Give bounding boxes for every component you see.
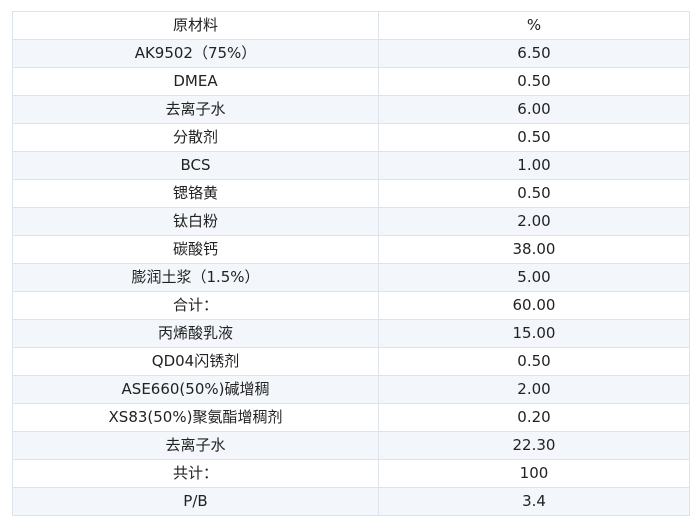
table-row: 去离子水 6.00 xyxy=(12,95,690,124)
percent-cell: 6.00 xyxy=(378,95,690,124)
percent-cell: 5.00 xyxy=(378,263,690,292)
table-row: QD04闪锈剂 0.50 xyxy=(12,347,690,376)
percent-cell: 38.00 xyxy=(378,235,690,264)
percent-cell: 0.50 xyxy=(378,347,690,376)
material-cell: 合计： xyxy=(12,291,379,320)
material-cell: AK9502（75%） xyxy=(12,39,379,68)
table-row: 丙烯酸乳液 15.00 xyxy=(12,319,690,348)
header-material: 原材料 xyxy=(12,11,379,40)
percent-cell: 15.00 xyxy=(378,319,690,348)
table-row: ASE660(50%)碱增稠 2.00 xyxy=(12,375,690,404)
material-cell: 去离子水 xyxy=(12,95,379,124)
total-row: 共计： 100 xyxy=(12,459,690,488)
material-cell: ASE660(50%)碱增稠 xyxy=(12,375,379,404)
table-row: 膨润土浆（1.5%） 5.00 xyxy=(12,263,690,292)
percent-cell: 3.4 xyxy=(378,487,690,516)
table-row: 碳酸钙 38.00 xyxy=(12,235,690,264)
material-cell: BCS xyxy=(12,151,379,180)
percent-cell: 0.50 xyxy=(378,123,690,152)
table-row: BCS 1.00 xyxy=(12,151,690,180)
material-cell: 锶铬黄 xyxy=(12,179,379,208)
percent-cell: 1.00 xyxy=(378,151,690,180)
percent-cell: 0.20 xyxy=(378,403,690,432)
table-row: DMEA 0.50 xyxy=(12,67,690,96)
page: 原材料 % AK9502（75%） 6.50 DMEA 0.50 去离子水 6.… xyxy=(0,0,700,529)
percent-cell: 6.50 xyxy=(378,39,690,68)
percent-cell: 2.00 xyxy=(378,375,690,404)
material-cell: 膨润土浆（1.5%） xyxy=(12,263,379,292)
material-cell: XS83(50%)聚氨酯增稠剂 xyxy=(12,403,379,432)
subtotal-row: 合计： 60.00 xyxy=(12,291,690,320)
material-cell: 钛白粉 xyxy=(12,207,379,236)
table-row: 分散剂 0.50 xyxy=(12,123,690,152)
table-row: 锶铬黄 0.50 xyxy=(12,179,690,208)
material-cell: P/B xyxy=(12,487,379,516)
formula-table: 原材料 % AK9502（75%） 6.50 DMEA 0.50 去离子水 6.… xyxy=(12,11,690,516)
material-cell: DMEA xyxy=(12,67,379,96)
material-cell: 丙烯酸乳液 xyxy=(12,319,379,348)
table-row: 钛白粉 2.00 xyxy=(12,207,690,236)
material-cell: QD04闪锈剂 xyxy=(12,347,379,376)
percent-cell: 0.50 xyxy=(378,179,690,208)
table-row: AK9502（75%） 6.50 xyxy=(12,39,690,68)
pb-ratio-row: P/B 3.4 xyxy=(12,487,690,516)
material-cell: 碳酸钙 xyxy=(12,235,379,264)
percent-cell: 22.30 xyxy=(378,431,690,460)
percent-cell: 0.50 xyxy=(378,67,690,96)
header-percent: % xyxy=(378,11,690,40)
table-row: XS83(50%)聚氨酯增稠剂 0.20 xyxy=(12,403,690,432)
percent-cell: 60.00 xyxy=(378,291,690,320)
material-cell: 去离子水 xyxy=(12,431,379,460)
material-cell: 共计： xyxy=(12,459,379,488)
material-cell: 分散剂 xyxy=(12,123,379,152)
percent-cell: 100 xyxy=(378,459,690,488)
header-row: 原材料 % xyxy=(12,11,690,40)
percent-cell: 2.00 xyxy=(378,207,690,236)
table-row: 去离子水 22.30 xyxy=(12,431,690,460)
